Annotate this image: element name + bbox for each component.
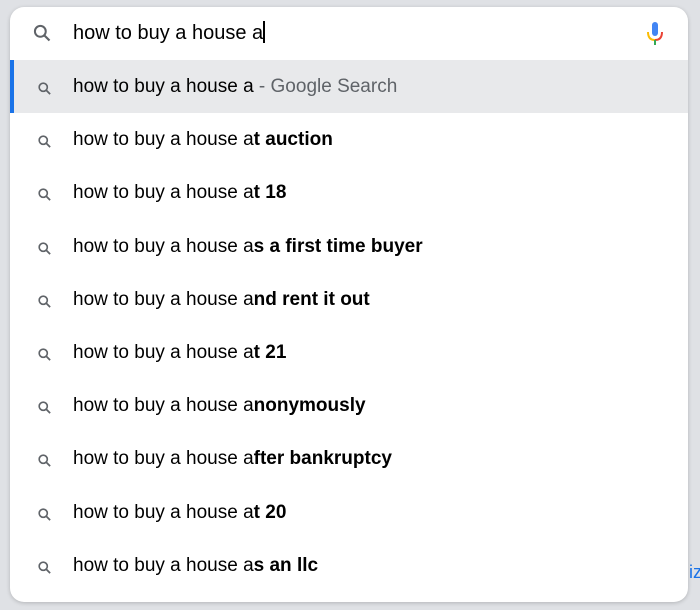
suggestion-item[interactable]: how to buy a house at 20 bbox=[10, 486, 688, 539]
suggestion-prefix: how to buy a house a bbox=[73, 235, 254, 257]
suggestion-completion: fter bankruptcy bbox=[253, 448, 392, 470]
search-icon bbox=[37, 452, 52, 474]
suggestion-text: how to buy a house and rent it out bbox=[73, 289, 370, 311]
search-icon bbox=[37, 506, 52, 528]
suggestion-prefix: how to buy a house a bbox=[73, 341, 254, 363]
suggestion-list: how to buy a house a - Google Search how … bbox=[10, 60, 688, 592]
suggestion-item[interactable]: how to buy a house a - Google Search bbox=[10, 60, 688, 114]
search-icon bbox=[37, 293, 52, 315]
suggestion-text: how to buy a house as a first time buyer bbox=[73, 236, 423, 258]
suggestion-item[interactable]: how to buy a house as an llc bbox=[10, 539, 688, 592]
search-icon bbox=[37, 240, 52, 262]
suggestion-text: how to buy a house as an llc bbox=[73, 555, 318, 577]
suggestion-text: how to buy a house after bankruptcy bbox=[73, 448, 392, 470]
suggestion-prefix: how to buy a house a bbox=[73, 182, 254, 204]
suggestion-prefix: how to buy a house a bbox=[73, 288, 254, 310]
text-caret bbox=[263, 21, 265, 43]
suggestion-text: how to buy a house at 21 bbox=[73, 342, 286, 364]
suggestion-text: how to buy a house a - Google Search bbox=[73, 76, 397, 98]
search-icon bbox=[32, 23, 52, 48]
suggestion-prefix: how to buy a house a bbox=[73, 554, 254, 576]
suggestion-suffix: - Google Search bbox=[253, 76, 398, 97]
suggestion-prefix: how to buy a house a bbox=[73, 395, 254, 417]
suggestion-item[interactable]: how to buy a house at 18 bbox=[10, 166, 688, 219]
suggestion-item[interactable]: how to buy a house at 21 bbox=[10, 326, 688, 379]
suggestion-completion: nonymously bbox=[253, 395, 366, 417]
suggestion-text: how to buy a house at 20 bbox=[73, 502, 286, 524]
suggestion-item[interactable]: how to buy a house as a first time buyer bbox=[10, 220, 688, 273]
suggestion-prefix: how to buy a house a bbox=[73, 129, 254, 151]
suggestion-completion: t auction bbox=[253, 129, 333, 151]
suggestion-text: how to buy a house anonymously bbox=[73, 395, 366, 417]
search-icon bbox=[37, 559, 52, 581]
suggestion-item[interactable]: how to buy a house at auction bbox=[10, 113, 688, 166]
suggestion-item[interactable]: how to buy a house anonymously bbox=[10, 379, 688, 432]
suggestion-item[interactable]: how to buy a house and rent it out bbox=[10, 273, 688, 326]
suggestion-completion: t 20 bbox=[253, 501, 287, 523]
microphone-icon[interactable] bbox=[646, 21, 664, 52]
suggestion-item[interactable]: how to buy a house after bankruptcy bbox=[10, 432, 688, 485]
suggestion-completion: t 21 bbox=[253, 341, 287, 363]
search-icon bbox=[37, 80, 52, 102]
suggestion-completion: s an llc bbox=[253, 554, 319, 576]
suggestion-prefix: how to buy a house a bbox=[73, 501, 254, 523]
suggestion-text: how to buy a house at auction bbox=[73, 129, 333, 151]
suggestion-completion: s a first time buyer bbox=[253, 235, 423, 257]
suggestion-text: how to buy a house at 18 bbox=[73, 182, 286, 204]
search-icon bbox=[37, 133, 52, 155]
suggestion-prefix: how to buy a house a bbox=[73, 76, 254, 97]
search-query-text: how to buy a house a bbox=[73, 22, 264, 44]
search-autocomplete: how to buy a house a how to buy a house … bbox=[10, 7, 688, 602]
suggestion-prefix: how to buy a house a bbox=[73, 448, 254, 470]
suggestion-completion: nd rent it out bbox=[253, 288, 370, 310]
search-input-row[interactable]: how to buy a house a bbox=[10, 7, 688, 60]
search-icon bbox=[37, 186, 52, 208]
search-input[interactable]: how to buy a house a bbox=[73, 21, 265, 45]
search-icon bbox=[37, 399, 52, 421]
suggestion-completion: t 18 bbox=[253, 182, 287, 204]
background-page-text: iz bbox=[689, 562, 700, 582]
search-icon bbox=[37, 346, 52, 368]
